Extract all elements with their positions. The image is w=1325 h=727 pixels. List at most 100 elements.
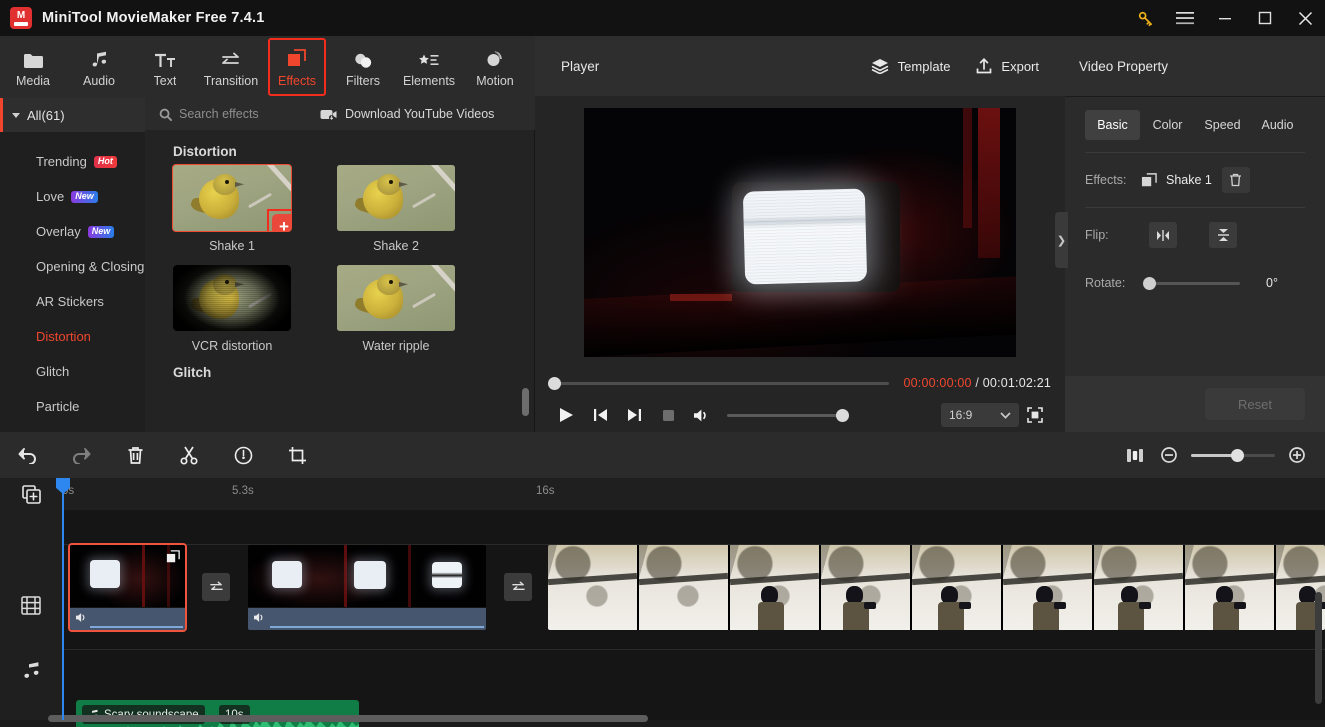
ruler-tick: 16s — [536, 485, 555, 497]
timeline-clip-2[interactable] — [248, 545, 486, 630]
tab-basic[interactable]: Basic — [1085, 110, 1140, 140]
timeline-clip-3[interactable] — [548, 545, 1325, 630]
menu-item-audio[interactable]: Audio — [66, 38, 132, 96]
tab-color[interactable]: Color — [1140, 110, 1195, 140]
volume-handle[interactable] — [836, 408, 849, 422]
split-view-button[interactable] — [1115, 432, 1155, 478]
clip-mute-icon[interactable] — [75, 611, 88, 626]
zoom-in-button[interactable] — [1283, 432, 1311, 478]
menu-item-effects[interactable]: Effects — [264, 38, 330, 96]
clip-copy-icon[interactable] — [166, 550, 180, 567]
tab-speed[interactable]: Speed — [1195, 110, 1250, 140]
timeline-vertical-scrollbar[interactable] — [1315, 592, 1322, 704]
app-logo-icon: M — [10, 7, 32, 29]
speed-button[interactable] — [216, 432, 270, 478]
transition-slot-2[interactable] — [504, 573, 532, 601]
key-icon[interactable] — [1125, 0, 1165, 36]
previous-frame-button[interactable] — [583, 400, 617, 430]
playhead[interactable] — [56, 478, 70, 720]
time-display: 00:00:00:00 / 00:01:02:21 — [903, 376, 1051, 390]
timeline-horizontal-scrollbar[interactable] — [48, 715, 648, 722]
delete-effect-button[interactable] — [1221, 167, 1250, 193]
menu-label: Effects — [278, 73, 316, 88]
time-separator: / — [975, 376, 980, 390]
timeline-clip-1[interactable] — [68, 543, 187, 632]
export-label: Export — [1001, 58, 1039, 74]
rotate-value: 0° — [1266, 276, 1278, 290]
tab-audio[interactable]: Audio — [1250, 110, 1305, 140]
timeline-zoom-controls — [1115, 432, 1311, 478]
transition-slot-1[interactable] — [202, 573, 230, 601]
panel-collapse-toggle[interactable]: ❯ — [1055, 212, 1068, 268]
menu-item-media[interactable]: Media — [0, 38, 66, 96]
split-button[interactable] — [162, 432, 216, 478]
menu-item-filters[interactable]: Filters — [330, 38, 396, 96]
minimize-icon[interactable] — [1205, 0, 1245, 36]
rotate-handle[interactable] — [1143, 276, 1156, 290]
app-window: M MiniTool MovieMaker Free 7.4.1 Media A… — [0, 0, 1325, 727]
timeline-zoom-slider[interactable] — [1191, 448, 1275, 462]
export-button[interactable]: Export — [976, 58, 1039, 74]
category-item-overlay[interactable]: Overlay New — [0, 214, 145, 249]
reset-button[interactable]: Reset — [1205, 388, 1305, 420]
next-frame-button[interactable] — [617, 400, 651, 430]
category-item-trending[interactable]: Trending Hot — [0, 144, 145, 179]
flip-row: Flip: — [1085, 220, 1305, 250]
download-youtube-button[interactable]: Download YouTube Videos — [320, 107, 494, 121]
category-all[interactable]: All(61) — [0, 98, 145, 132]
category-label: Particle — [36, 399, 80, 414]
effect-item-shake-2[interactable]: Shake 2 — [337, 165, 455, 265]
elements-star-list-icon — [418, 47, 440, 69]
zoom-out-button[interactable] — [1155, 432, 1183, 478]
volume-button[interactable] — [685, 400, 719, 430]
video-track-icon[interactable] — [0, 590, 62, 620]
menu-icon[interactable] — [1165, 0, 1205, 36]
timeline-ruler[interactable]: 0s 5.3s 16s — [0, 478, 1325, 510]
category-item-particle[interactable]: Particle — [0, 389, 145, 424]
zoom-handle[interactable] — [1231, 448, 1244, 462]
video-preview[interactable] — [584, 107, 1016, 357]
close-icon[interactable] — [1285, 0, 1325, 36]
maximize-icon[interactable] — [1245, 0, 1285, 36]
seek-handle[interactable] — [548, 376, 561, 390]
menu-label: Text — [153, 73, 177, 88]
rotate-slider[interactable] — [1143, 276, 1240, 290]
applied-effect[interactable]: Shake 1 — [1141, 172, 1212, 188]
category-item-glitch[interactable]: Glitch — [0, 354, 145, 389]
search-input[interactable]: Search effects — [145, 107, 320, 121]
undo-button[interactable] — [0, 432, 54, 478]
flip-row-label: Flip: — [1085, 228, 1109, 242]
add-effect-button[interactable]: + — [272, 214, 291, 231]
menu-item-motion[interactable]: Motion — [462, 38, 528, 96]
fullscreen-button[interactable] — [1019, 400, 1051, 430]
seek-slider[interactable] — [548, 376, 890, 390]
category-item-ar-stickers[interactable]: AR Stickers — [0, 284, 145, 319]
category-item-distortion[interactable]: Distortion — [0, 319, 145, 354]
property-footer: Reset — [1065, 376, 1325, 432]
delete-button[interactable] — [108, 432, 162, 478]
audio-track-icon[interactable] — [0, 655, 62, 685]
category-item-opening-closing[interactable]: Opening & Closing — [0, 249, 145, 284]
effect-item-vcr-distortion[interactable]: VCR distortion — [173, 265, 291, 365]
timeline-audio-clip[interactable]: Scary soundscape 10s — [76, 700, 359, 727]
play-button[interactable] — [549, 400, 583, 430]
property-tabs: Basic Color Speed Audio — [1085, 110, 1305, 140]
clip-mute-icon[interactable] — [253, 611, 266, 626]
volume-slider[interactable] — [727, 408, 849, 422]
menu-item-transition[interactable]: Transition — [198, 38, 264, 96]
aspect-ratio-select[interactable]: 16:9 — [941, 403, 1019, 427]
template-button[interactable]: Template — [871, 58, 950, 74]
menu-item-elements[interactable]: Elements — [396, 38, 462, 96]
crop-button[interactable] — [270, 432, 324, 478]
redo-button[interactable] — [54, 432, 108, 478]
flip-vertical-button[interactable] — [1209, 222, 1237, 248]
category-all-label: All(61) — [27, 107, 65, 123]
add-media-icon[interactable] — [0, 478, 62, 510]
flip-horizontal-button[interactable] — [1149, 222, 1177, 248]
menu-item-text[interactable]: Text — [132, 38, 198, 96]
effect-item-water-ripple[interactable]: Water ripple — [337, 265, 455, 365]
stop-button[interactable] — [651, 400, 685, 430]
category-item-love[interactable]: Love New — [0, 179, 145, 214]
effect-item-shake-1[interactable]: + Shake 1 — [172, 164, 292, 265]
effects-scrollbar[interactable] — [522, 388, 529, 416]
